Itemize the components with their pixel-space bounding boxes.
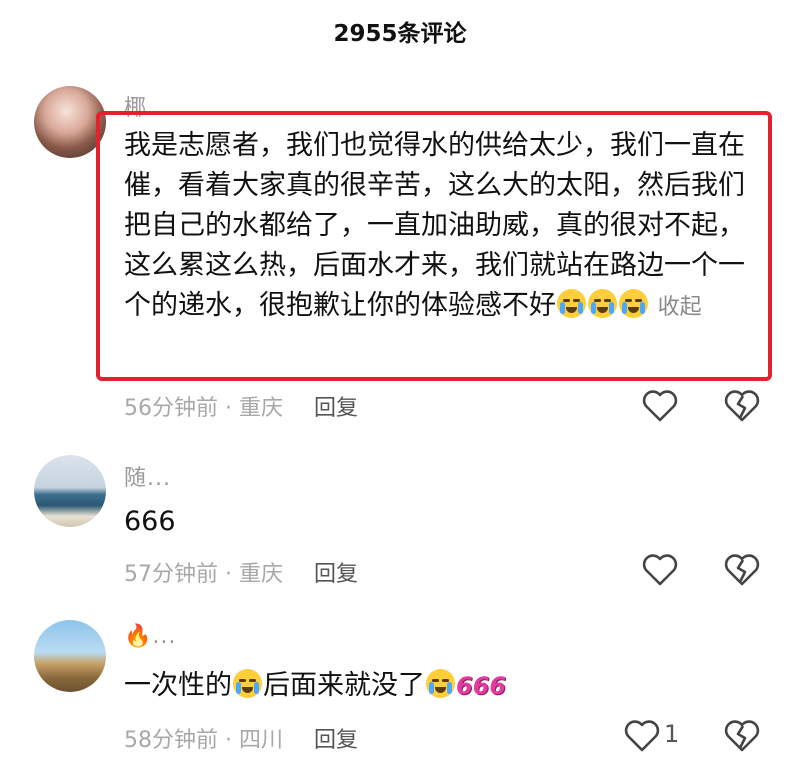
loudly-crying-face-icon <box>557 289 586 318</box>
avatar[interactable] <box>34 455 106 527</box>
comment-meta: 56分钟前 · 重庆 回复 <box>124 396 359 421</box>
rolling-on-floor-laughing-icon <box>233 669 262 698</box>
fire-icon: 🔥 <box>124 624 153 649</box>
collapse-button[interactable]: 收起 <box>658 295 702 320</box>
like-heart-icon[interactable] <box>640 386 680 426</box>
comment-text-body: 我是志愿者，我们也觉得水的供给太少，我们一直在催，看着大家真的很辛苦，这么大的太… <box>124 130 745 321</box>
dislike-broken-heart-icon[interactable] <box>722 386 762 426</box>
reply-button[interactable]: 回复 <box>314 396 358 421</box>
comment-meta: 57分钟前 · 重庆 回复 <box>124 562 359 587</box>
comment-text: 我是志愿者，我们也觉得水的供给太少，我们一直在催，看着大家真的很辛苦，这么大的太… <box>124 126 764 328</box>
loudly-crying-face-icon <box>588 289 617 318</box>
username[interactable]: 🔥... <box>124 624 176 649</box>
comment-text-part: 一次性的 <box>124 670 232 701</box>
like-heart-icon[interactable] <box>622 716 662 756</box>
timestamp: 57分钟前 <box>124 562 218 587</box>
rolling-on-floor-laughing-icon <box>426 669 455 698</box>
reply-button[interactable]: 回复 <box>314 728 358 753</box>
location: 四川 <box>239 728 284 753</box>
location: 重庆 <box>239 396 284 421</box>
dislike-broken-heart-icon[interactable] <box>722 716 762 756</box>
comment-text: 一次性的 后面来就没了 666 <box>124 666 764 706</box>
username[interactable]: 随... <box>124 460 171 492</box>
comments-count-title: 2955条评论 <box>333 21 467 47</box>
like-heart-icon[interactable] <box>640 550 680 590</box>
comment-text-part: 后面来就没了 <box>263 670 425 701</box>
location: 重庆 <box>239 562 284 587</box>
comment-meta: 58分钟前 · 四川 回复 <box>124 728 359 753</box>
reply-button[interactable]: 回复 <box>314 562 358 587</box>
timestamp: 58分钟前 <box>124 728 218 753</box>
comment-text: 666 <box>124 506 176 537</box>
dislike-broken-heart-icon[interactable] <box>722 550 762 590</box>
sticker-666: 666 <box>456 672 507 700</box>
like-count: 1 <box>664 720 680 748</box>
avatar[interactable] <box>34 620 106 692</box>
timestamp: 56分钟前 <box>124 396 218 421</box>
loudly-crying-face-icon <box>619 289 648 318</box>
